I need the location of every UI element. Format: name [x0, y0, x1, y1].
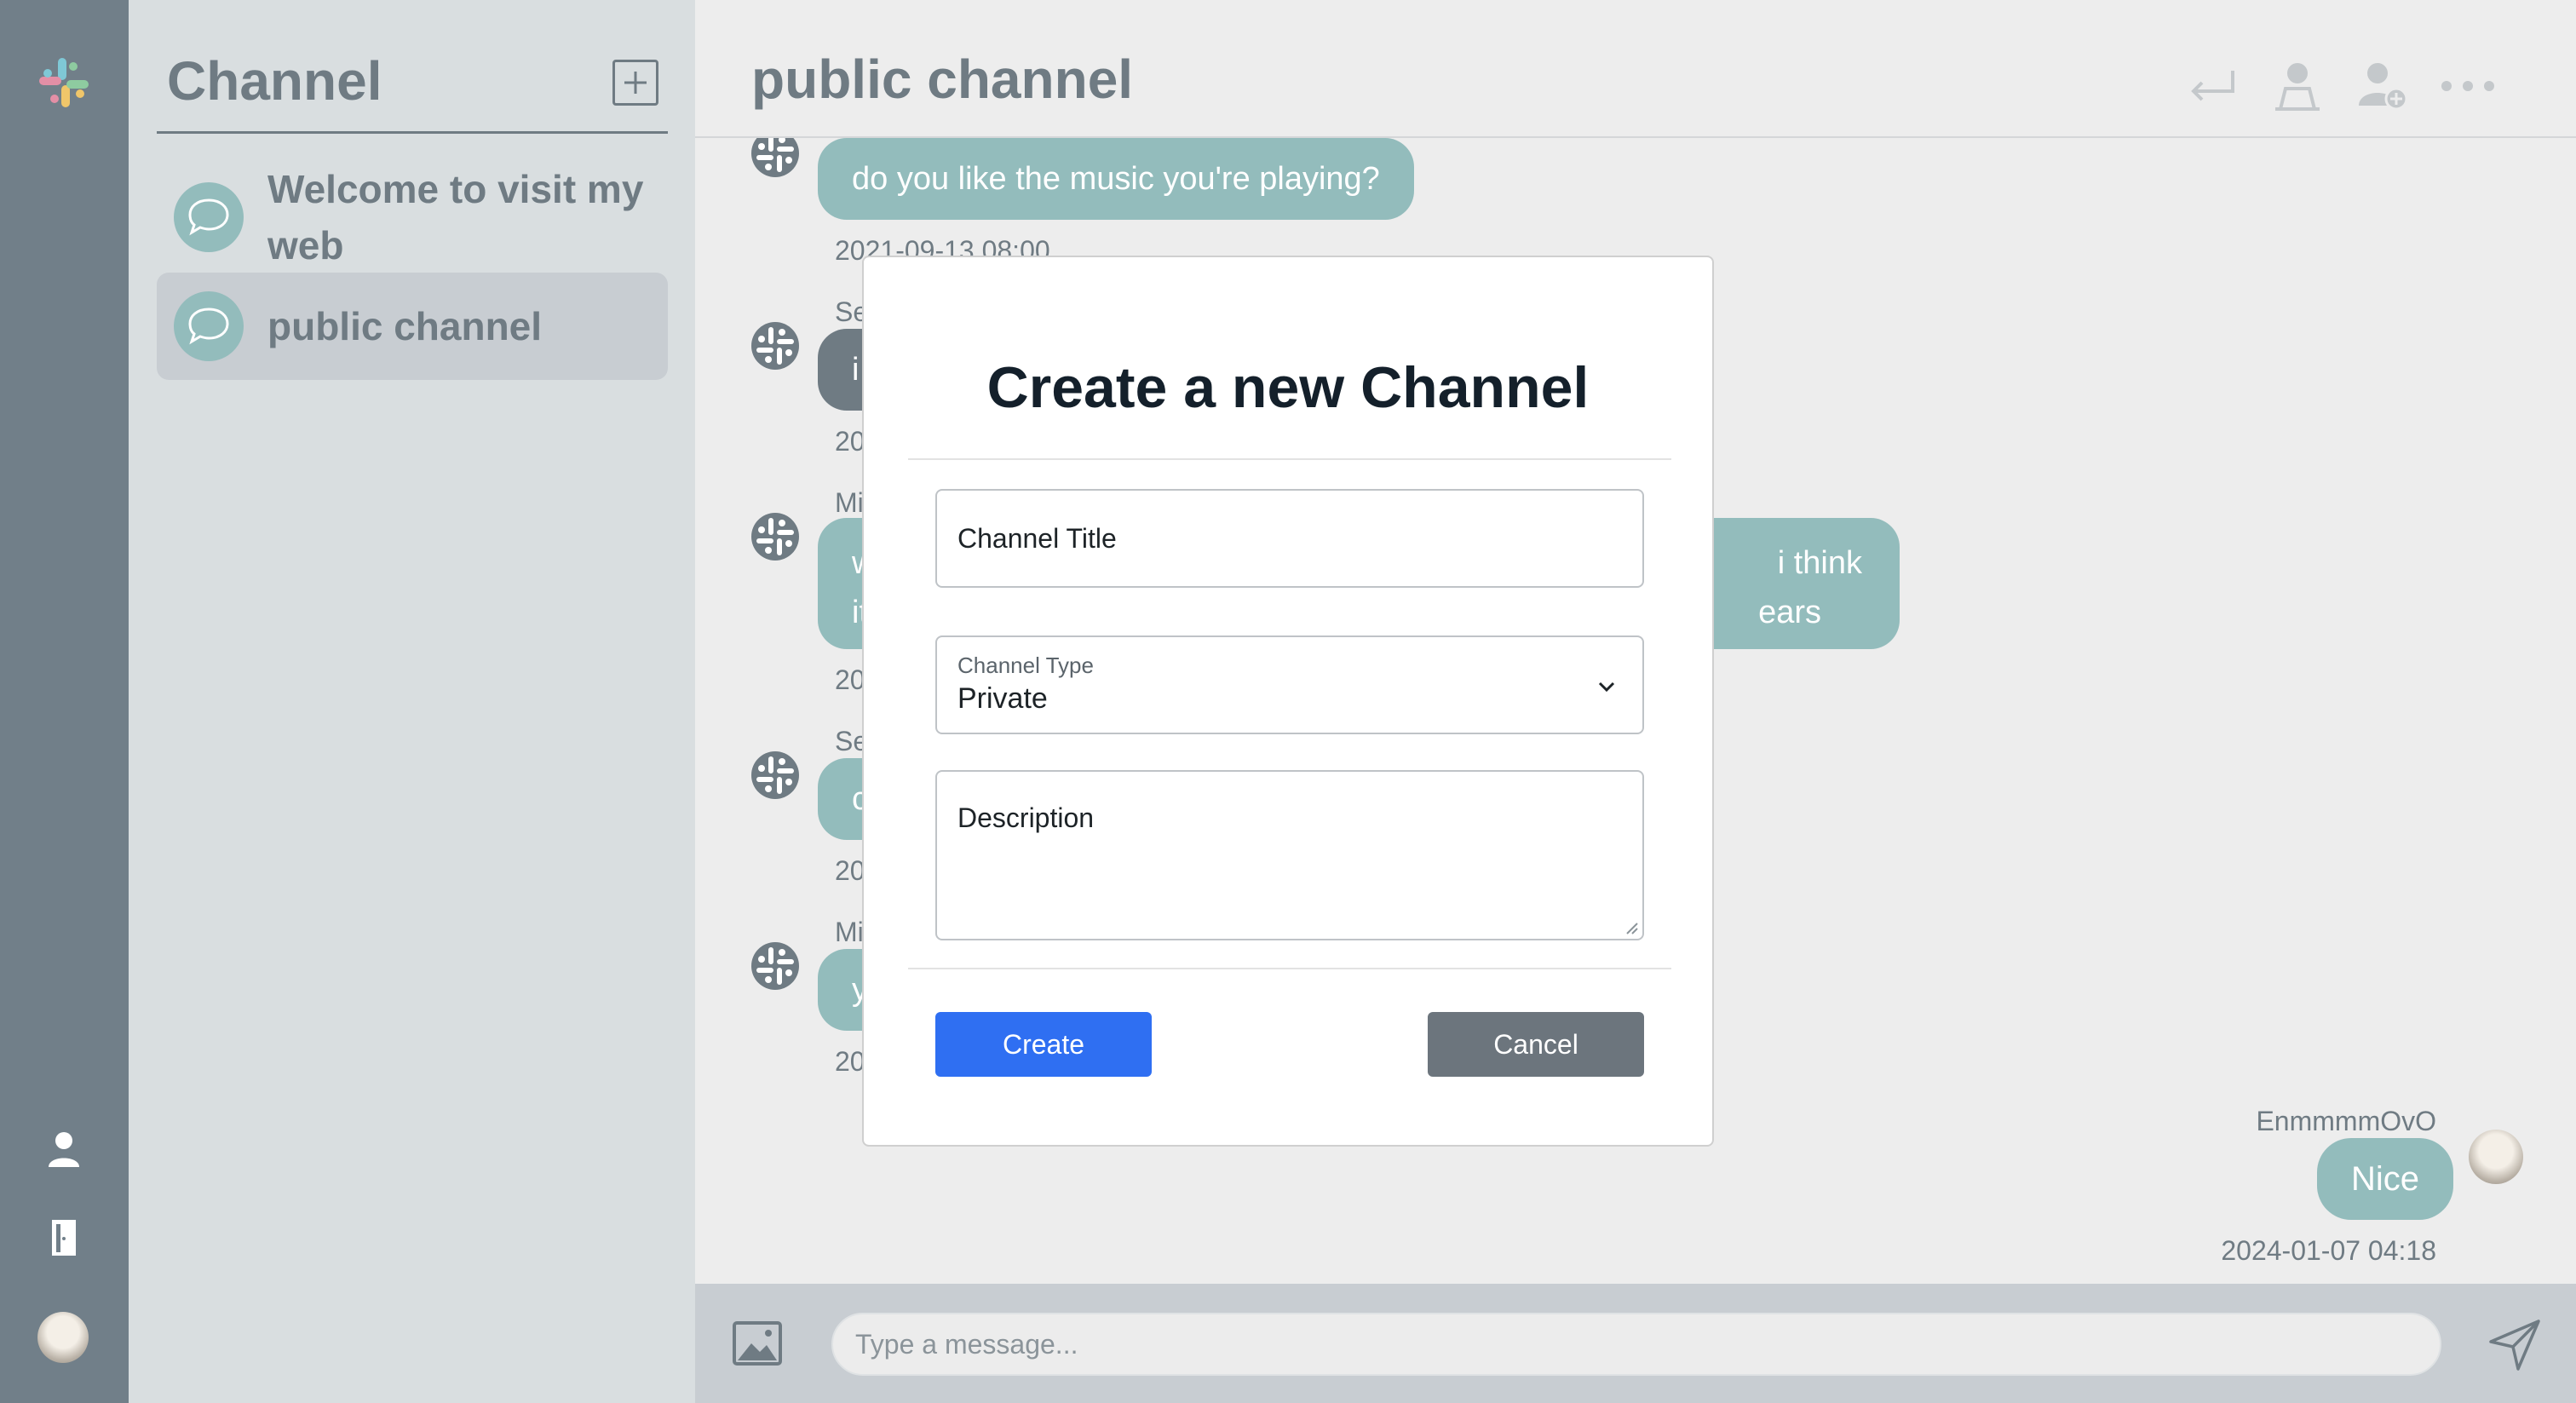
description-field[interactable] — [935, 770, 1644, 940]
channel-title-input[interactable] — [957, 522, 1622, 555]
channel-type-select[interactable]: Channel Type Private — [935, 635, 1644, 734]
chevron-down-icon — [1595, 675, 1619, 699]
modal-title: Create a new Channel — [986, 355, 1590, 420]
channel-title-field[interactable] — [935, 489, 1644, 588]
modal-divider — [908, 458, 1671, 460]
modal-divider — [908, 968, 1671, 969]
channel-type-label: Channel Type — [957, 653, 1094, 678]
description-textarea[interactable] — [957, 802, 1622, 922]
resize-handle-icon[interactable] — [1624, 920, 1639, 935]
cancel-button[interactable]: Cancel — [1428, 1012, 1644, 1077]
create-button[interactable]: Create — [935, 1012, 1152, 1077]
channel-type-value: Private — [957, 682, 1048, 715]
create-channel-modal: Create a new Channel Channel Type Privat… — [862, 256, 1714, 1147]
